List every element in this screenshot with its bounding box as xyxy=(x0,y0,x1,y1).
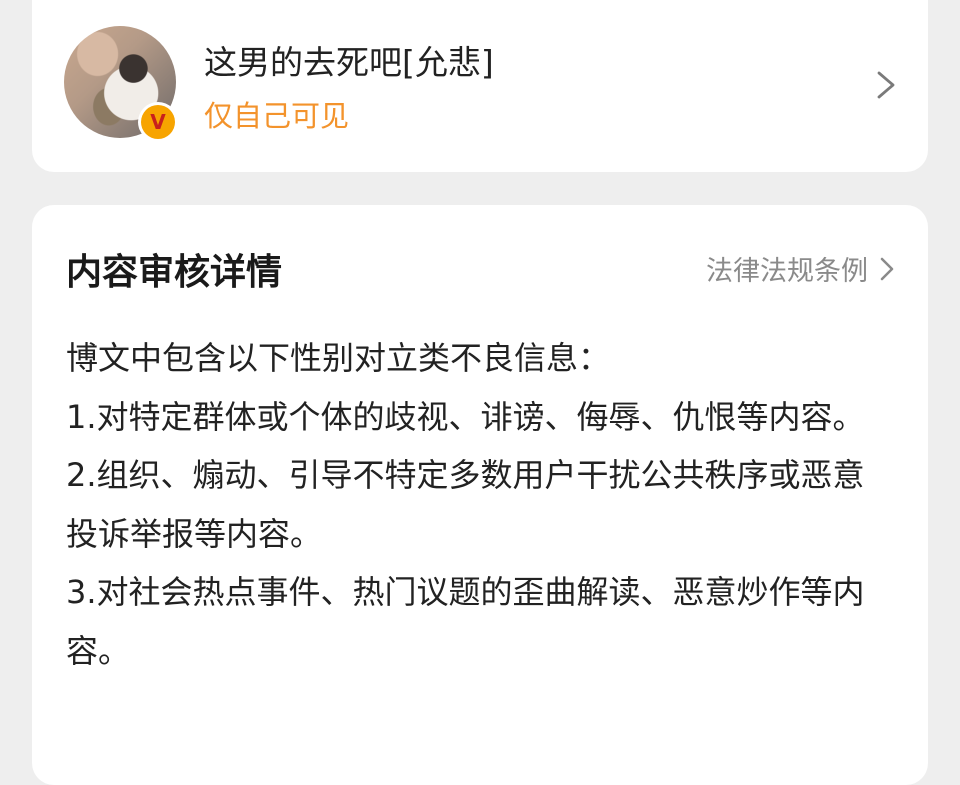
chevron-right-icon xyxy=(880,257,894,280)
review-item: 1.对特定群体或个体的歧视、诽谤、侮辱、仇恨等内容。 xyxy=(66,397,865,436)
review-intro: 博文中包含以下性别对立类不良信息： xyxy=(66,339,611,377)
badge-letter: V xyxy=(150,111,166,133)
review-item: 3.对社会热点事件、热门议题的歪曲解读、恶意炒作等内容。 xyxy=(66,573,865,670)
review-body: 博文中包含以下性别对立类不良信息： 1.对特定群体或个体的歧视、诽谤、侮辱、仇恨… xyxy=(66,329,896,680)
review-title: 内容审核详情 xyxy=(66,252,283,293)
post-title: 这男的去死吧[允悲] xyxy=(204,43,494,82)
post-card[interactable]: V 这男的去死吧[允悲] 仅自己可见 xyxy=(32,0,928,172)
law-regulations-link[interactable]: 法律法规条例 xyxy=(706,249,896,288)
verified-badge-icon: V xyxy=(138,102,178,142)
chevron-right-icon[interactable] xyxy=(874,70,898,100)
review-item: 2.组织、煽动、引导不特定多数用户干扰公共秩序或恶意投诉举报等内容。 xyxy=(66,456,865,553)
visibility-label: 仅自己可见 xyxy=(204,99,350,133)
review-details-card: 内容审核详情 法律法规条例 博文中包含以下性别对立类不良信息： 1.对特定群体或… xyxy=(32,205,928,785)
law-link-label: 法律法规条例 xyxy=(706,256,868,287)
